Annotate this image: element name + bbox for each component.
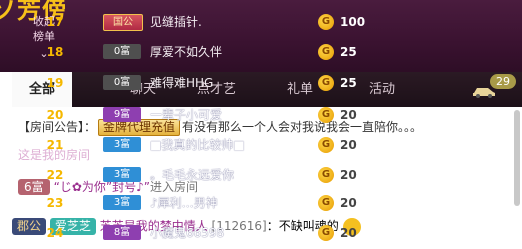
- ranking-row[interactable]: 22 3富 。毛毛永远爱你 G 20: [40, 163, 400, 187]
- rank-value: 20: [340, 226, 357, 240]
- rank-value: 20: [340, 138, 357, 152]
- wealth-badge: 0富: [103, 75, 141, 90]
- rank-value: 20: [340, 168, 357, 182]
- rank-number: 18: [46, 45, 64, 59]
- rank-username: 一辈子小可爱: [150, 108, 223, 122]
- chat-scrollbar[interactable]: [514, 110, 520, 206]
- ranking-row[interactable]: 18 0富 厚爱不如久伴 G 25: [40, 40, 400, 64]
- rank-value: 100: [340, 15, 366, 29]
- wealth-badge: 9富: [103, 107, 141, 122]
- rank-value: 25: [340, 76, 357, 90]
- ranking-row[interactable]: 21 3富 ■我真的比较帅■ G 20: [40, 133, 400, 157]
- rank-number: 21: [46, 138, 64, 152]
- rank-number: 19: [46, 76, 64, 90]
- wealth-badge: 3富: [103, 137, 141, 152]
- rank-number: 20: [46, 108, 64, 122]
- rank-username: 难得难HHG: [150, 76, 214, 90]
- rank-username: 。毛毛永远爱你: [150, 168, 235, 182]
- ranking-row[interactable]: 20 9富 一辈子小可爱 G 20: [40, 103, 400, 127]
- ranking-row[interactable]: 23 3富 ♪犀利…男神 G 20: [40, 191, 400, 215]
- coin-icon: G: [318, 195, 334, 211]
- ranking-row[interactable]: 24 8富 小魔鬼66598 G 20: [40, 221, 400, 245]
- rank-value: 25: [340, 45, 357, 59]
- ranking-row[interactable]: 19 0富 难得难HHG G 25: [40, 71, 400, 95]
- ranking-row[interactable]: 17 国公 见缝插针. G 100: [40, 10, 400, 34]
- rank-username: 厚爱不如久伴: [150, 45, 223, 59]
- rank-number: 22: [46, 168, 64, 182]
- coin-icon: G: [318, 225, 334, 241]
- rank-username: ■我真的比较帅■: [150, 138, 245, 152]
- coin-icon: G: [318, 137, 334, 153]
- rank-value: 20: [340, 108, 357, 122]
- wealth-badge: 0富: [103, 44, 141, 59]
- rank-number: 24: [46, 226, 64, 240]
- wealth-badge: 3富: [103, 167, 141, 182]
- rank-value: 20: [340, 196, 357, 210]
- rank-number: 17: [46, 15, 64, 29]
- coin-icon: G: [318, 14, 334, 30]
- coin-icon: G: [318, 44, 334, 60]
- wealth-badge: 8富: [103, 225, 141, 240]
- rank-username: ♪犀利…男神: [150, 196, 218, 210]
- rank-username: 小魔鬼66598: [150, 226, 225, 240]
- coin-icon: G: [318, 75, 334, 91]
- wealth-badge: 3富: [103, 195, 141, 210]
- car-count-badge: 29: [490, 74, 516, 89]
- noble-badge: 国公: [103, 14, 143, 31]
- coin-icon: G: [318, 167, 334, 183]
- coin-icon: G: [318, 107, 334, 123]
- rank-number: 23: [46, 196, 64, 210]
- rank-username: 见缝插针.: [150, 15, 202, 29]
